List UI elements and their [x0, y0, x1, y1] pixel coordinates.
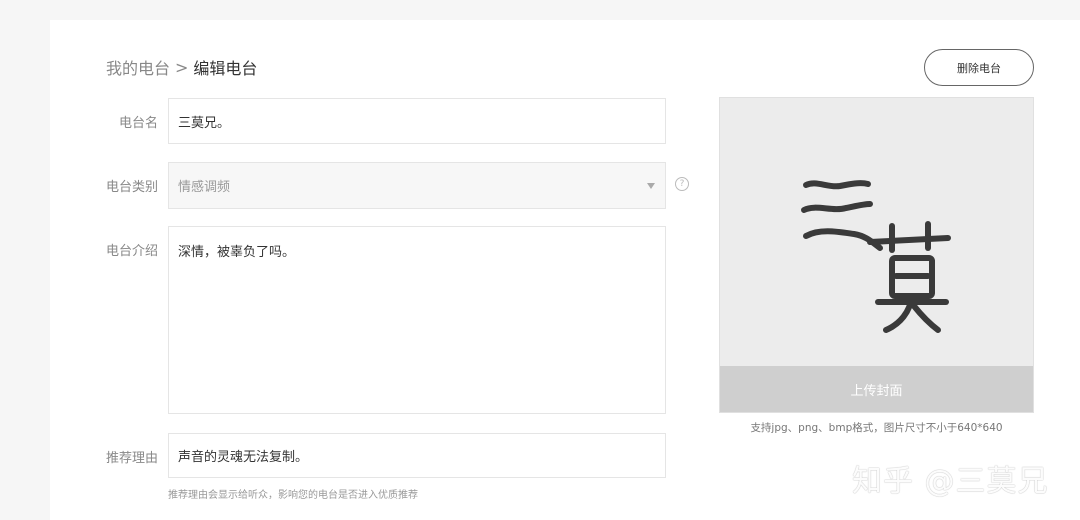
- breadcrumb: 我的电台 > 编辑电台: [106, 55, 258, 79]
- name-label: 电台名: [118, 116, 158, 131]
- radio-name-value: 三莫兄。: [178, 115, 231, 131]
- radio-intro-textarea[interactable]: 深情，被辜负了吗。: [168, 226, 666, 414]
- intro-label: 电台介绍: [105, 244, 158, 259]
- breadcrumb-my-radio-link[interactable]: 我的电台: [106, 55, 170, 79]
- dropdown-arrow-icon: [647, 182, 655, 189]
- artwork-stroke: [867, 235, 951, 245]
- category-label: 电台类别: [105, 180, 158, 195]
- recommend-reason-input[interactable]: 声音的灵魂无法复制。: [168, 433, 666, 478]
- watermark: 知乎 @三莫兄: [852, 464, 1049, 499]
- breadcrumb-current: 编辑电台: [193, 59, 258, 78]
- radio-intro-value: 深情，被辜负了吗。: [178, 245, 296, 260]
- cover-image-preview: 上传封面: [719, 97, 1034, 413]
- category-select[interactable]: 情感调频: [168, 162, 666, 209]
- artwork-stroke: [801, 201, 873, 213]
- artwork-stroke: [803, 180, 871, 190]
- help-icon[interactable]: ?: [675, 177, 689, 191]
- radio-name-input[interactable]: 三莫兄。: [168, 98, 666, 144]
- delete-radio-button[interactable]: 删除电台: [924, 49, 1034, 86]
- cover-format-hint: 支持jpg、png、bmp格式，图片尺寸不小于640*640: [750, 422, 1003, 434]
- artwork-stroke: [911, 303, 941, 333]
- recommend-reason-value: 声音的灵魂无法复制。: [178, 450, 309, 465]
- upload-cover-button[interactable]: 上传封面: [720, 366, 1033, 412]
- breadcrumb-separator: >: [175, 57, 189, 77]
- reason-label: 推荐理由: [105, 451, 158, 466]
- reason-hint: 推荐理由会显示给听众，影响您的电台是否进入优质推荐: [168, 490, 418, 501]
- cover-artwork: [801, 180, 951, 333]
- category-value: 情感调频: [178, 180, 231, 195]
